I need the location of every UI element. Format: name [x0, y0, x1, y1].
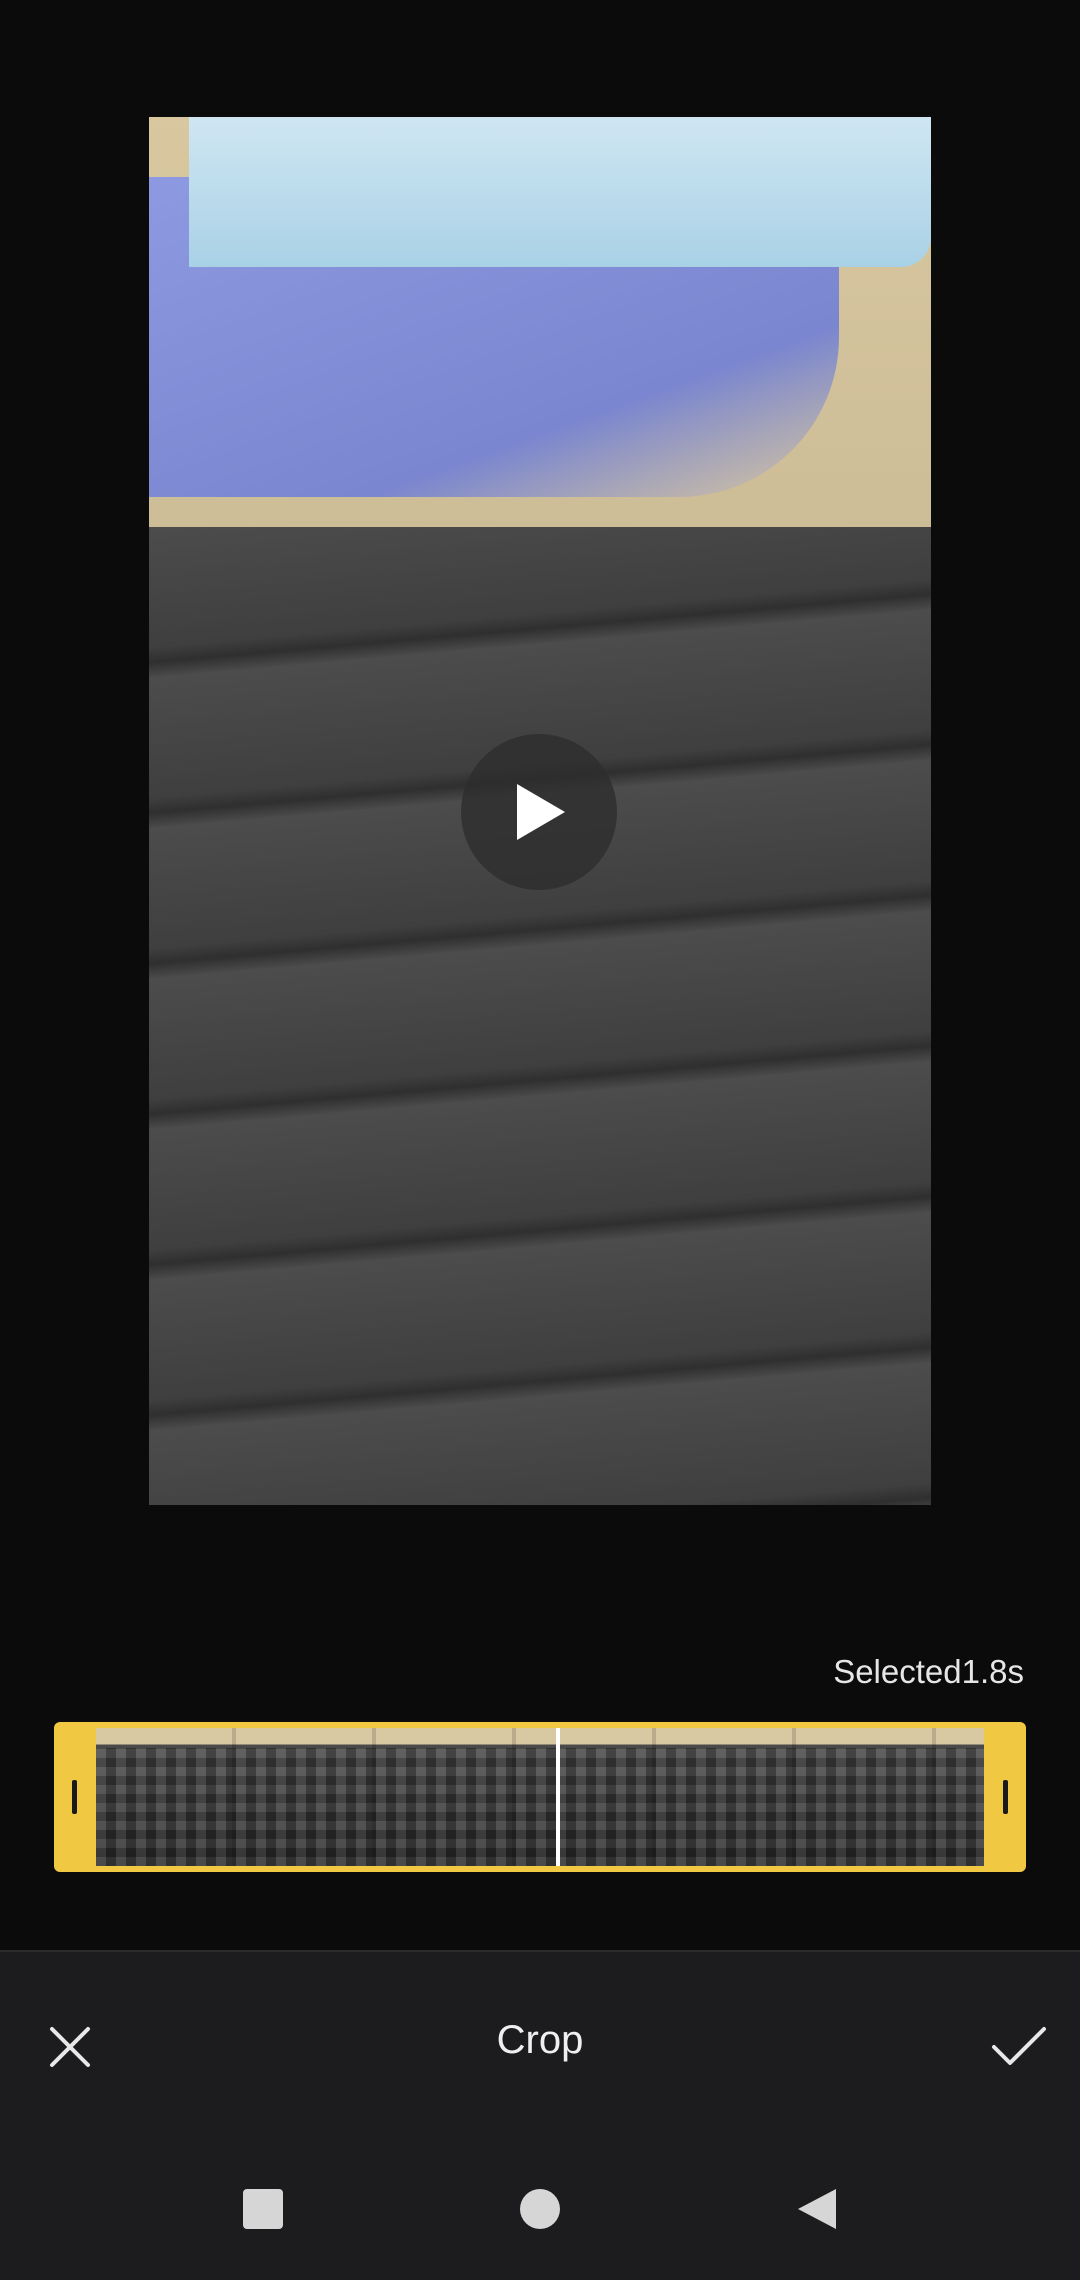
bottom-panel: Crop — [0, 1952, 1080, 2280]
selected-duration-label: Selected1.8s — [833, 1653, 1024, 1690]
action-bar: Crop — [0, 1952, 1080, 2142]
trim-range-frame[interactable] — [54, 1722, 1026, 1872]
system-navigation-bar — [0, 2142, 1080, 2280]
screen-title: Crop — [496, 2018, 584, 2062]
circle-icon — [520, 2189, 560, 2229]
check-icon — [992, 2027, 1046, 2065]
confirm-button[interactable] — [982, 2010, 1056, 2084]
square-icon — [243, 2189, 283, 2229]
play-icon — [517, 784, 565, 840]
preview-photo-detail — [189, 117, 931, 267]
play-button[interactable] — [461, 734, 617, 890]
trim-start-handle[interactable] — [72, 1780, 77, 1814]
back-button[interactable] — [772, 2164, 862, 2254]
preview-keyboard-image — [149, 527, 931, 1505]
triangle-back-icon — [798, 2189, 836, 2229]
playhead[interactable] — [556, 1728, 560, 1866]
recents-button[interactable] — [218, 2164, 308, 2254]
trim-end-handle[interactable] — [1003, 1780, 1008, 1814]
timeline-thumbnails — [96, 1728, 984, 1866]
home-button[interactable] — [495, 2164, 585, 2254]
